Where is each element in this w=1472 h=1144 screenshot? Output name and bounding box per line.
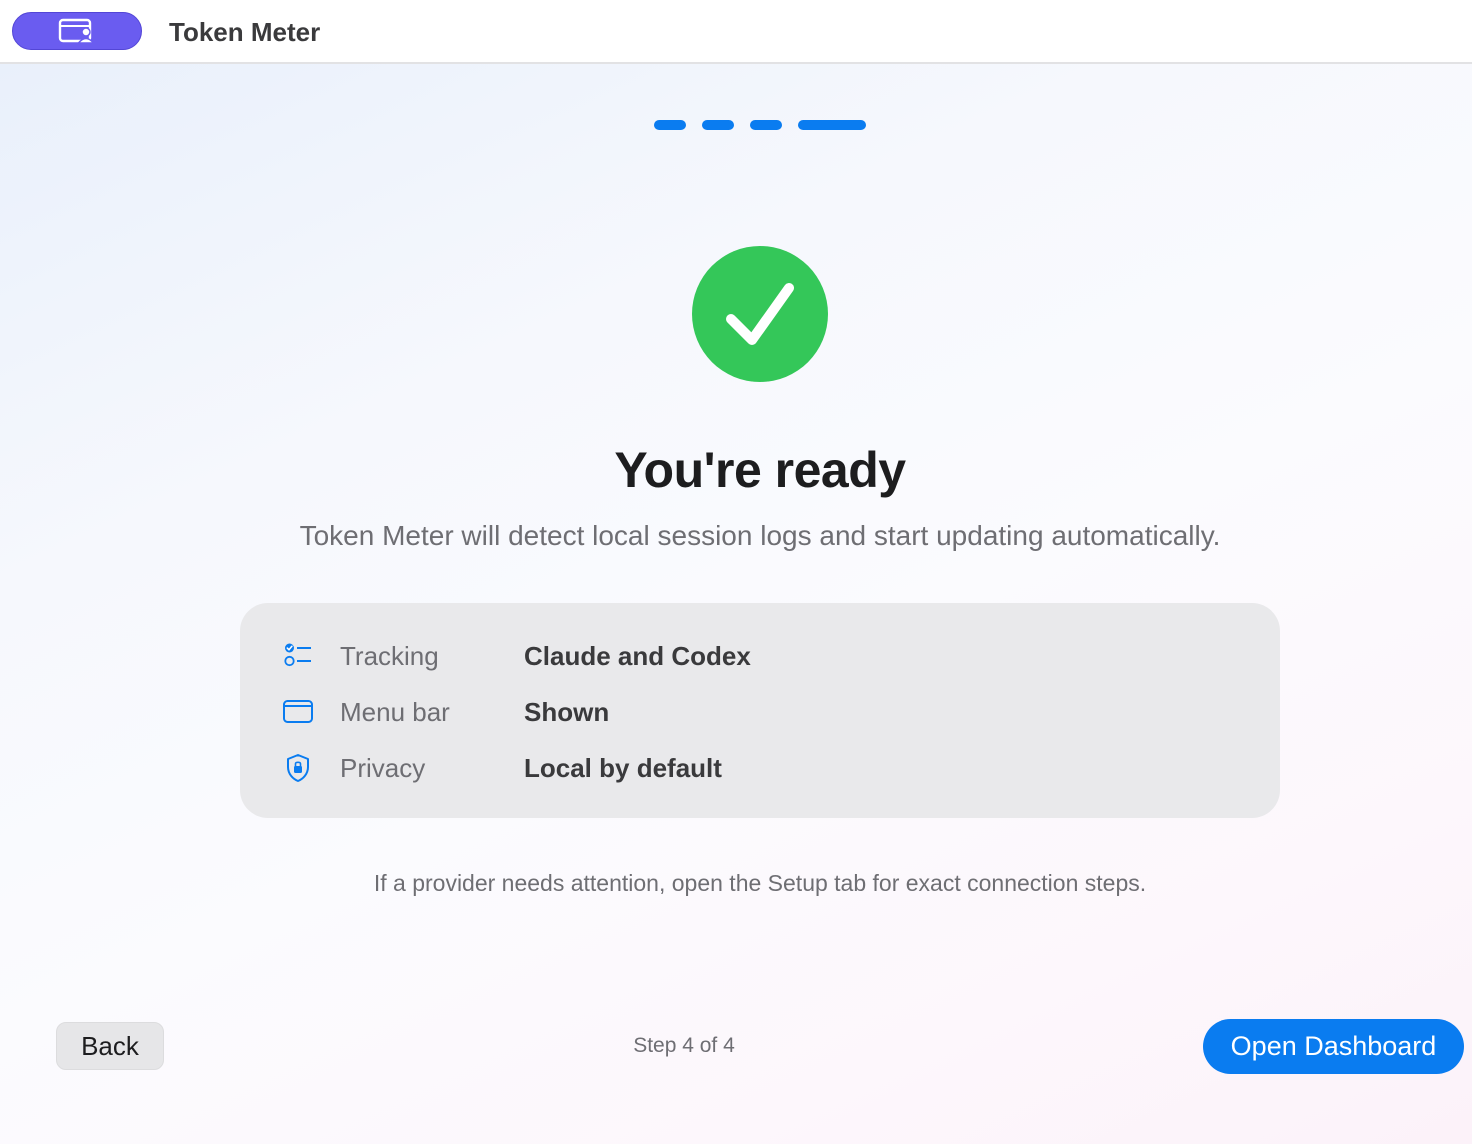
setup-hint-text: If a provider needs attention, open the …: [373, 870, 1147, 896]
summary-label-privacy: Privacy: [340, 753, 426, 783]
window-title: Token Meter: [169, 17, 321, 47]
summary-label-tracking: Tracking: [340, 641, 439, 671]
step-dot-1: [654, 120, 686, 130]
onboarding-content: You're ready Token Meter will detect loc…: [0, 64, 1472, 1144]
summary-value-tracking: Claude and Codex: [524, 641, 751, 671]
step-dot-4-current: [798, 120, 866, 130]
summary-value-menu-bar: Shown: [524, 697, 610, 727]
app-switcher-button[interactable]: [12, 12, 142, 50]
checklist-icon: [282, 640, 314, 672]
step-counter: Step 4 of 4: [633, 1034, 735, 1057]
window-icon: [282, 696, 314, 728]
step-dot-3: [750, 120, 782, 130]
back-button[interactable]: Back: [56, 1022, 164, 1070]
summary-value-privacy: Local by default: [524, 753, 722, 783]
summary-row-menu-bar: Menu bar Shown: [240, 692, 1280, 732]
step-dot-2: [702, 120, 734, 130]
summary-label-menu-bar: Menu bar: [340, 697, 450, 727]
page-heading: You're ready: [614, 442, 906, 498]
title-bar: Token Meter: [0, 0, 1472, 64]
setup-summary-card: Tracking Claude and Codex Menu bar Shown: [240, 603, 1280, 818]
lock-shield-icon: [282, 752, 314, 784]
app-window-person-icon: [57, 17, 97, 45]
summary-row-tracking: Tracking Claude and Codex: [240, 636, 1280, 676]
page-subtitle: Token Meter will detect local session lo…: [299, 520, 1221, 551]
checkmark-circle-icon: [692, 246, 828, 382]
open-dashboard-button[interactable]: Open Dashboard: [1203, 1019, 1464, 1074]
summary-row-privacy: Privacy Local by default: [240, 748, 1280, 788]
